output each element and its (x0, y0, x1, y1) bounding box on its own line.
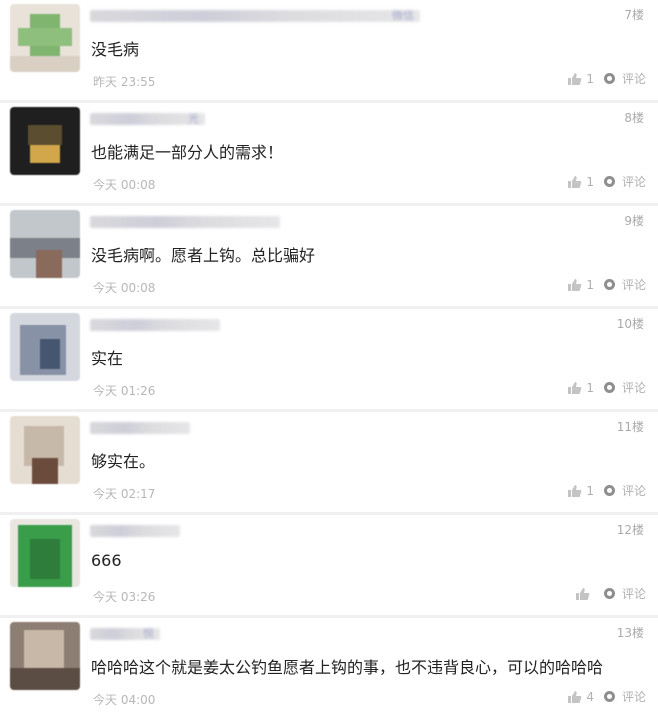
username-blurred[interactable] (90, 422, 190, 434)
comment-actions: 1 评论 (567, 70, 646, 87)
comment-time: 今天 03:26 (93, 590, 156, 604)
comment-item: 微信 7楼 没毛病 昨天 23:55 1 评论 (0, 0, 658, 97)
comment-text: 实在 (91, 349, 124, 368)
avatar[interactable] (10, 622, 80, 690)
comment-text: 没毛病啊。愿者上钩。总比骗好 (91, 246, 316, 265)
thumbs-up-icon[interactable] (567, 278, 582, 292)
thumbs-up-icon[interactable] (567, 484, 582, 498)
avatar[interactable] (10, 313, 80, 381)
username-blurred[interactable]: 微信 (90, 9, 420, 22)
comment-time: 今天 02:17 (93, 487, 156, 501)
username-blurred[interactable] (90, 525, 180, 537)
reply-icon[interactable] (603, 279, 615, 290)
comment-actions: 1 评论 (567, 173, 646, 190)
reply-button[interactable]: 评论 (622, 173, 646, 190)
comment-actions: 4 评论 (567, 688, 646, 705)
thumbs-up-icon[interactable] (567, 381, 582, 395)
floor-number: 7楼 (624, 8, 644, 22)
username-hint: 悦 (143, 627, 154, 640)
like-count: 4 (586, 689, 594, 704)
avatar[interactable] (10, 4, 80, 72)
reply-button[interactable]: 评论 (622, 379, 646, 396)
comment-list: 微信 7楼 没毛病 昨天 23:55 1 评论 光 8楼 也能满足一部分人的需求… (0, 0, 658, 715)
thumbs-up-icon[interactable] (575, 587, 590, 601)
comment-actions: 1 评论 (567, 482, 646, 499)
username-hint: 微信 (392, 9, 414, 22)
comment-item: 悦 13楼 哈哈哈这个就是姜太公钓鱼愿者上钩的事，也不违背良心，可以的哈哈哈 今… (0, 618, 658, 715)
reply-button[interactable]: 评论 (622, 688, 646, 705)
reply-icon[interactable] (603, 588, 615, 599)
comment-text: 666 (91, 551, 122, 570)
avatar[interactable] (10, 107, 80, 175)
username-blurred[interactable] (90, 319, 220, 331)
comment-actions: 1 评论 (567, 379, 646, 396)
comment-actions: 评论 (575, 585, 646, 602)
floor-number: 8楼 (624, 111, 644, 125)
floor-number: 13楼 (616, 626, 644, 640)
comment-text: 也能满足一部分人的需求！ (91, 143, 284, 162)
comment-time: 昨天 23:55 (93, 75, 156, 89)
comment-time: 今天 00:08 (93, 281, 156, 295)
floor-number: 9楼 (624, 214, 644, 228)
comment-item: 9楼 没毛病啊。愿者上钩。总比骗好 今天 00:08 1 评论 (0, 206, 658, 303)
comment-item: 光 8楼 也能满足一部分人的需求！ 今天 00:08 1 评论 (0, 103, 658, 200)
thumbs-up-icon[interactable] (567, 175, 582, 189)
comment-item: 12楼 666 今天 03:26 评论 (0, 515, 658, 612)
comment-text: 没毛病 (91, 40, 140, 59)
thumbs-up-icon[interactable] (567, 690, 582, 704)
thumbs-up-icon[interactable] (567, 72, 582, 86)
like-count: 1 (586, 483, 594, 498)
like-count: 1 (586, 277, 594, 292)
reply-icon[interactable] (603, 382, 615, 393)
reply-button[interactable]: 评论 (622, 70, 646, 87)
reply-icon[interactable] (603, 485, 615, 496)
reply-button[interactable]: 评论 (622, 585, 646, 602)
reply-icon[interactable] (603, 176, 615, 187)
comment-item: 11楼 够实在。 今天 02:17 1 评论 (0, 412, 658, 509)
comment-text: 哈哈哈这个就是姜太公钓鱼愿者上钩的事，也不违背良心，可以的哈哈哈 (91, 658, 604, 677)
username-blurred[interactable]: 悦 (90, 627, 160, 640)
reply-button[interactable]: 评论 (622, 482, 646, 499)
reply-icon[interactable] (603, 691, 615, 702)
like-count: 1 (586, 380, 594, 395)
like-count: 1 (586, 174, 594, 189)
floor-number: 12楼 (616, 523, 644, 537)
reply-button[interactable]: 评论 (622, 276, 646, 293)
avatar[interactable] (10, 210, 80, 278)
floor-number: 11楼 (616, 420, 644, 434)
comment-time: 今天 01:26 (93, 384, 156, 398)
username-hint: 光 (188, 112, 199, 125)
like-count: 1 (586, 71, 594, 86)
comment-actions: 1 评论 (567, 276, 646, 293)
comment-item: 10楼 实在 今天 01:26 1 评论 (0, 309, 658, 406)
comment-time: 今天 04:00 (93, 693, 156, 707)
comment-text: 够实在。 (91, 452, 156, 471)
avatar[interactable] (10, 519, 80, 587)
username-blurred[interactable] (90, 216, 280, 228)
reply-icon[interactable] (603, 73, 615, 84)
floor-number: 10楼 (616, 317, 644, 331)
username-blurred[interactable]: 光 (90, 112, 205, 125)
comment-time: 今天 00:08 (93, 178, 156, 192)
avatar[interactable] (10, 416, 80, 484)
